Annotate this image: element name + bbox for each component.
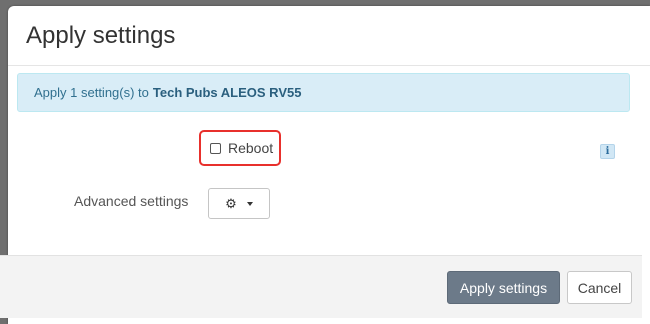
caret-down-icon [246, 201, 253, 206]
dialog-title: Apply settings [26, 21, 176, 49]
alert-text: Apply 1 setting(s) to [34, 85, 149, 100]
gear-icon: ⚙ [225, 195, 237, 211]
advanced-settings-label: Advanced settings [74, 193, 189, 209]
reboot-label[interactable]: Reboot [228, 140, 273, 156]
cancel-button[interactable]: Cancel [567, 271, 632, 304]
reboot-option-highlight: Reboot [199, 130, 281, 166]
info-glyph: i [605, 146, 610, 157]
advanced-settings-dropdown[interactable]: ⚙ [208, 188, 270, 219]
info-alert: Apply 1 setting(s) to Tech Pubs ALEOS RV… [17, 73, 630, 112]
apply-settings-button[interactable]: Apply settings [447, 271, 560, 304]
reboot-checkbox[interactable] [210, 142, 221, 154]
info-icon[interactable]: i [600, 144, 615, 159]
alert-target-device: Tech Pubs ALEOS RV55 [152, 85, 302, 100]
dialog-header: Apply settings [8, 6, 650, 66]
